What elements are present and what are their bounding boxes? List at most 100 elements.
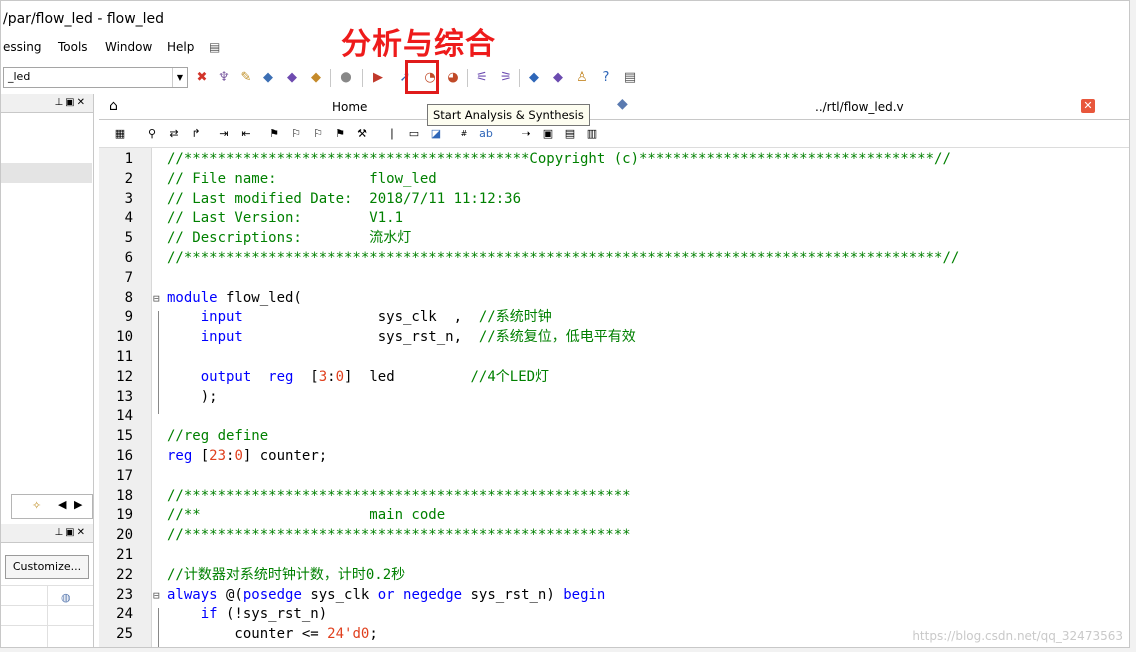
clear-bookmarks-icon[interactable]: ⚑ <box>331 125 349 143</box>
code-text: output reg [3:0] led //4个LED灯 <box>167 368 549 388</box>
timer-icon[interactable]: ◕ <box>444 69 462 87</box>
find-replace-icon[interactable]: ⇄ <box>165 125 183 143</box>
uncomment-icon[interactable]: ◪ <box>427 125 445 143</box>
code-line[interactable]: 10 input sys_rst_n, //系统复位，低电平有效 <box>99 328 1129 348</box>
menu-processing[interactable]: essing <box>3 40 41 54</box>
split-icon[interactable]: ▤ <box>561 125 579 143</box>
code-text: always @(posedge sys_clk or negedge sys_… <box>167 586 605 606</box>
code-line[interactable]: 11 <box>99 348 1129 368</box>
code-line[interactable]: 1 //*************************************… <box>99 150 1129 170</box>
programmer-icon[interactable]: ◆ <box>549 69 567 87</box>
outdent-icon[interactable]: ⇤ <box>237 125 255 143</box>
window-icon[interactable]: ▣ <box>539 125 557 143</box>
code-text: //计数器对系统时钟计数，计时0.2秒 <box>167 566 405 586</box>
assembler-icon[interactable]: ◆ <box>307 69 325 87</box>
full-screen-icon[interactable]: ▥ <box>583 125 601 143</box>
code-text: reg [23:0] counter; <box>167 447 327 467</box>
line-number: 21 <box>116 547 133 563</box>
stop-icon[interactable]: ⬤ <box>337 69 355 87</box>
bookmark-icon[interactable]: ⚑ <box>265 125 283 143</box>
watermark: https://blog.csdn.net/qq_32473563 <box>912 629 1123 643</box>
wrap-icon[interactable]: ab <box>477 125 495 143</box>
code-token: negedge <box>403 586 463 603</box>
help-icon[interactable]: ? <box>597 69 615 87</box>
code-line[interactable]: 2 // File name: flow_led <box>99 170 1129 190</box>
chevron-left-icon[interactable]: ◀ <box>58 498 66 511</box>
menu-window[interactable]: Window <box>105 40 152 54</box>
code-line[interactable]: 7 <box>99 269 1129 289</box>
menu-help[interactable]: Help <box>167 40 194 54</box>
wand-icon[interactable]: ✧ <box>32 499 41 512</box>
code-text: counter <= 24'd0; <box>167 625 377 645</box>
code-line[interactable]: 13 ); <box>99 388 1129 408</box>
code-line[interactable]: 17 <box>99 467 1129 487</box>
line-number: 19 <box>116 507 133 524</box>
code-line[interactable]: 8 ⊟ module flow_led( <box>99 289 1129 309</box>
code-token: sys_clk , <box>242 309 479 326</box>
code-line[interactable]: 9 input sys_clk , //系统时钟 <box>99 308 1129 328</box>
bookmark-list-icon[interactable]: ⚒ <box>353 125 371 143</box>
code-line[interactable]: 15 //reg define <box>99 427 1129 447</box>
code-line[interactable]: 6 //*************************************… <box>99 249 1129 269</box>
indent-icon[interactable]: ⇥ <box>215 125 233 143</box>
code-line[interactable]: 21 <box>99 546 1129 566</box>
start-compilation-icon[interactable]: ▶ <box>369 69 387 87</box>
code-line[interactable]: 19 //** main code <box>99 506 1129 526</box>
line-number: 3 <box>124 190 133 207</box>
line-numbers-icon[interactable]: # <box>455 125 473 143</box>
code-editor[interactable]: 1 //*************************************… <box>99 148 1129 647</box>
compile-design-icon[interactable]: ◆ <box>259 69 277 87</box>
project-icon[interactable]: ▦ <box>111 125 129 143</box>
code-token: //**************************************… <box>167 527 631 544</box>
code-line[interactable]: 3 // Last modified Date: 2018/7/11 11:12:… <box>99 190 1129 210</box>
code-text: //**************************************… <box>167 526 631 546</box>
cut-icon[interactable]: ✖ <box>193 69 211 87</box>
code-token: //** main code <box>167 507 446 524</box>
chevron-down-icon[interactable]: ▼ <box>172 68 187 87</box>
tech-map-viewer-icon[interactable]: ⚞ <box>497 69 515 87</box>
feedback-icon[interactable]: ▤ <box>621 69 639 87</box>
insert-template-icon[interactable]: ❘ <box>383 125 401 143</box>
line-number: 9 <box>124 309 133 326</box>
code-line[interactable]: 14 <box>99 407 1129 427</box>
prev-bookmark-icon[interactable]: ⚐ <box>309 125 327 143</box>
code-line[interactable]: 18 //************************************… <box>99 487 1129 507</box>
code-line[interactable]: 22 //计数器对系统时钟计数，计时0.2秒 <box>99 566 1129 586</box>
code-token: [ <box>192 448 210 464</box>
panel-controls-icon[interactable]: ⊥▣✕ <box>54 527 87 538</box>
code-line[interactable]: 12 output reg [3:0] led //4个LED灯 <box>99 368 1129 388</box>
tab-flow-led[interactable]: ◆ ../rtl/flow_led.v ✕ <box>609 94 1129 119</box>
menu-tools[interactable]: Tools <box>58 40 88 54</box>
line-number: 13 <box>116 388 133 405</box>
tooltip: Start Analysis & Synthesis <box>427 104 590 126</box>
close-icon[interactable]: ✕ <box>1081 99 1095 113</box>
rtl-viewer-icon[interactable]: ⚟ <box>473 69 491 87</box>
code-line[interactable]: 23 ⊟ always @(posedge sys_clk or negedge s… <box>99 586 1129 606</box>
code-token: sys_rst_n, <box>242 329 479 346</box>
next-bookmark-icon[interactable]: ⚐ <box>287 125 305 143</box>
code-line[interactable]: 20 //************************************… <box>99 526 1129 546</box>
comment-icon[interactable]: ▭ <box>405 125 423 143</box>
panel-controls-icon[interactable]: ⊥▣✕ <box>54 97 87 108</box>
pin-planner-icon[interactable]: ♆ <box>215 69 233 87</box>
code-line[interactable]: 16 reg [23:0] counter; <box>99 447 1129 467</box>
fold-toggle-icon[interactable]: ⊟ <box>153 289 165 309</box>
feedback-icon[interactable]: ▤ <box>209 40 220 54</box>
customize-button[interactable]: Customize... <box>5 555 89 579</box>
selected-row[interactable] <box>1 163 92 183</box>
pencil-icon[interactable]: ✎ <box>237 69 255 87</box>
fitter-icon[interactable]: ◆ <box>283 69 301 87</box>
chip-planner-icon[interactable]: ◆ <box>525 69 543 87</box>
chevron-right-icon[interactable]: ▶ <box>74 498 82 511</box>
fold-toggle-icon[interactable]: ⊟ <box>153 586 165 606</box>
code-token: counter <= <box>167 626 328 643</box>
find-icon[interactable]: ⚲ <box>143 125 161 143</box>
goto-line-icon[interactable]: ↱ <box>187 125 205 143</box>
signal-tap-icon[interactable]: ♙ <box>573 69 591 87</box>
code-line[interactable]: 24 if (!sys_rst_n) <box>99 605 1129 625</box>
project-combo[interactable]: _led ▼ <box>3 67 188 88</box>
code-line[interactable]: 4 // Last Version: V1.1 <box>99 209 1129 229</box>
arrow-right-icon[interactable]: ➝ <box>517 125 535 143</box>
code-line[interactable]: 5 // Descriptions: 流水灯 <box>99 229 1129 249</box>
code-token: ); <box>167 388 218 405</box>
